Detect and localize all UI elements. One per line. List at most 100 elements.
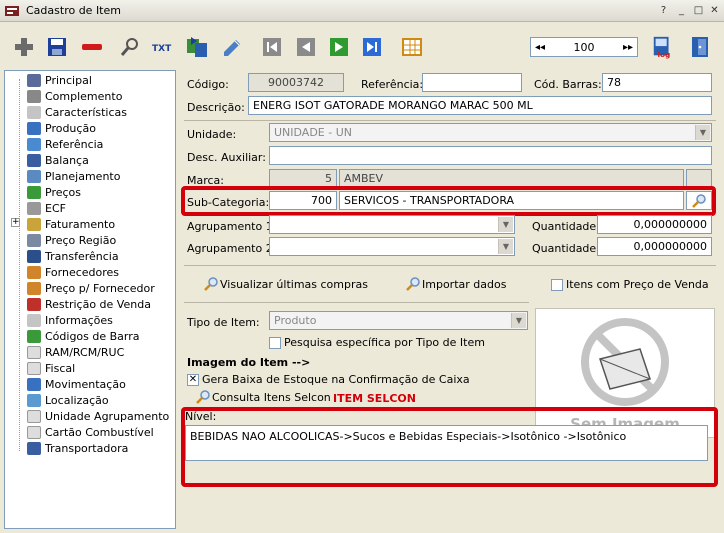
tipo-item-select[interactable]: Produto ▼ [269, 311, 528, 330]
add-button[interactable] [12, 35, 36, 59]
tree-item-cartao-combustivel[interactable]: Cartão Combustível [27, 424, 154, 440]
transfer-icon [27, 249, 41, 263]
checkbox-box [269, 336, 281, 349]
divider [184, 265, 716, 266]
log-button[interactable]: log [651, 35, 675, 59]
descricao-field[interactable]: ENERG ISOT GATORADE MORANGO MARAC 500 ML [248, 96, 712, 115]
item-form: Código: 90003742 Referência: Cód. Barras… [180, 70, 721, 529]
last-record-icon [363, 38, 381, 56]
tree-item-referencia[interactable]: Referência [27, 136, 103, 152]
tree-item-fiscal[interactable]: Fiscal [27, 360, 75, 376]
supplier-price-icon [27, 281, 41, 295]
txt-export-icon: TXT [152, 44, 172, 54]
chevron-down-icon: ▼ [695, 125, 710, 140]
tipo-item-label: Tipo de Item: [187, 316, 260, 329]
tree-item-caracteristicas[interactable]: Características [27, 104, 127, 120]
quantidade2-label: Quantidade: [532, 242, 600, 255]
visualizar-compras-button[interactable]: Visualizar últimas compras [202, 276, 368, 292]
last-record-button[interactable] [360, 35, 384, 59]
search-icon [120, 38, 138, 56]
quantidade1-field[interactable]: 0,000000000 [597, 215, 712, 234]
imagem-item-label: Imagem do Item --> [187, 356, 311, 369]
tree-item-complemento[interactable]: Complemento [27, 88, 122, 104]
tree-item-codigos-barra[interactable]: Códigos de Barra [27, 328, 140, 344]
save-icon [48, 38, 66, 56]
record-navigator[interactable]: ◂◂ 100 ▸▸ [530, 37, 638, 57]
nav-next-icon[interactable]: ▸▸ [623, 42, 633, 53]
first-record-button[interactable] [260, 35, 284, 59]
tree-item-faturamento[interactable]: Faturamento [27, 216, 115, 232]
barcode-icon [27, 329, 41, 343]
expand-faturamento-icon[interactable]: + [11, 218, 20, 227]
unidade-select[interactable]: UNIDADE - UN ▼ [269, 123, 712, 142]
maximize-button[interactable]: □ [692, 5, 705, 17]
unidade-label: Unidade: [187, 128, 237, 141]
delete-button[interactable] [80, 35, 104, 59]
refresh-button[interactable] [185, 35, 209, 59]
edit-button[interactable] [220, 35, 244, 59]
tree-item-balanca[interactable]: Balança [27, 152, 89, 168]
movement-icon [27, 377, 41, 391]
tree-item-preco-fornecedor[interactable]: Preço p/ Fornecedor [27, 280, 155, 296]
consulta-selcon-button[interactable]: Consulta Itens Selcon [194, 389, 331, 405]
tree-item-precos[interactable]: Preços [27, 184, 81, 200]
tree-item-transferencia[interactable]: Transferência [27, 248, 119, 264]
tree-item-transportadora[interactable]: Transportadora [27, 440, 128, 456]
txt-export-button[interactable]: TXT [151, 35, 175, 59]
chevron-down-icon: ▼ [498, 239, 513, 254]
exit-icon [692, 37, 708, 57]
referencia-field[interactable] [422, 73, 522, 92]
add-icon [15, 38, 33, 56]
paperclip-icon [27, 89, 41, 103]
tree-item-producao[interactable]: Produção [27, 120, 96, 136]
checkbox-checked-icon: ✕ [187, 373, 199, 386]
log-icon: log [653, 36, 670, 59]
title-bar: Cadastro de Item ? _ □ ✕ [0, 0, 724, 22]
app-icon [5, 6, 19, 16]
svg-text:log: log [657, 50, 670, 59]
tree-item-localizacao[interactable]: Localização [27, 392, 109, 408]
region-price-icon [27, 233, 41, 247]
search-icon [406, 277, 420, 291]
tree-item-principal[interactable]: Principal [27, 72, 92, 88]
desc-auxiliar-field[interactable] [269, 146, 712, 165]
quantidade2-field[interactable]: 0,000000000 [597, 237, 712, 256]
nav-prev-icon[interactable]: ◂◂ [535, 42, 545, 53]
tree-item-movimentacao[interactable]: Movimentação [27, 376, 126, 392]
unit-group-icon [27, 409, 41, 423]
exit-button[interactable] [688, 35, 712, 59]
tree-item-ram-rcm-ruc[interactable]: RAM/RCM/RUC [27, 344, 124, 360]
gera-baixa-checkbox[interactable]: ✕ Gera Baixa de Estoque na Confirmação d… [187, 373, 470, 386]
next-record-button[interactable] [327, 35, 351, 59]
agrupamento2-select[interactable]: ▼ [269, 237, 515, 256]
cod-barras-field[interactable]: 78 [602, 73, 712, 92]
close-button[interactable]: ✕ [708, 5, 721, 17]
save-button[interactable] [45, 35, 69, 59]
scale-icon [27, 153, 41, 167]
truck-icon [27, 441, 41, 455]
importar-dados-button[interactable]: Importar dados [404, 276, 506, 292]
tree-item-fornecedores[interactable]: Fornecedores [27, 264, 119, 280]
chevron-down-icon: ▼ [511, 313, 526, 328]
characteristics-icon [27, 105, 41, 119]
record-number[interactable]: 100 [574, 41, 595, 54]
tree-item-planejamento[interactable]: Planejamento [27, 168, 120, 184]
pesquisa-tipo-checkbox[interactable]: Pesquisa específica por Tipo de Item [269, 336, 485, 349]
info-icon [27, 313, 41, 327]
tree-item-informacoes[interactable]: Informações [27, 312, 113, 328]
refresh-icon [187, 37, 207, 57]
window-title: Cadastro de Item [26, 4, 121, 17]
minimize-button[interactable]: _ [675, 5, 688, 17]
agrupamento1-select[interactable]: ▼ [269, 215, 515, 234]
grid-button[interactable] [400, 35, 424, 59]
tree-item-restricao-venda[interactable]: Restrição de Venda [27, 296, 151, 312]
search-button[interactable] [118, 35, 142, 59]
tree-item-preco-regiao[interactable]: Preço Região [27, 232, 116, 248]
divider [184, 120, 716, 121]
help-button[interactable]: ? [657, 5, 670, 17]
itens-preco-venda-checkbox[interactable]: Itens com Preço de Venda [551, 278, 709, 291]
navigation-tree: + Principal Complemento Características … [4, 70, 176, 529]
previous-record-button[interactable] [294, 35, 318, 59]
tree-item-ecf[interactable]: ECF [27, 200, 66, 216]
tree-item-unidade-agrupamento[interactable]: Unidade Agrupamento [27, 408, 169, 424]
